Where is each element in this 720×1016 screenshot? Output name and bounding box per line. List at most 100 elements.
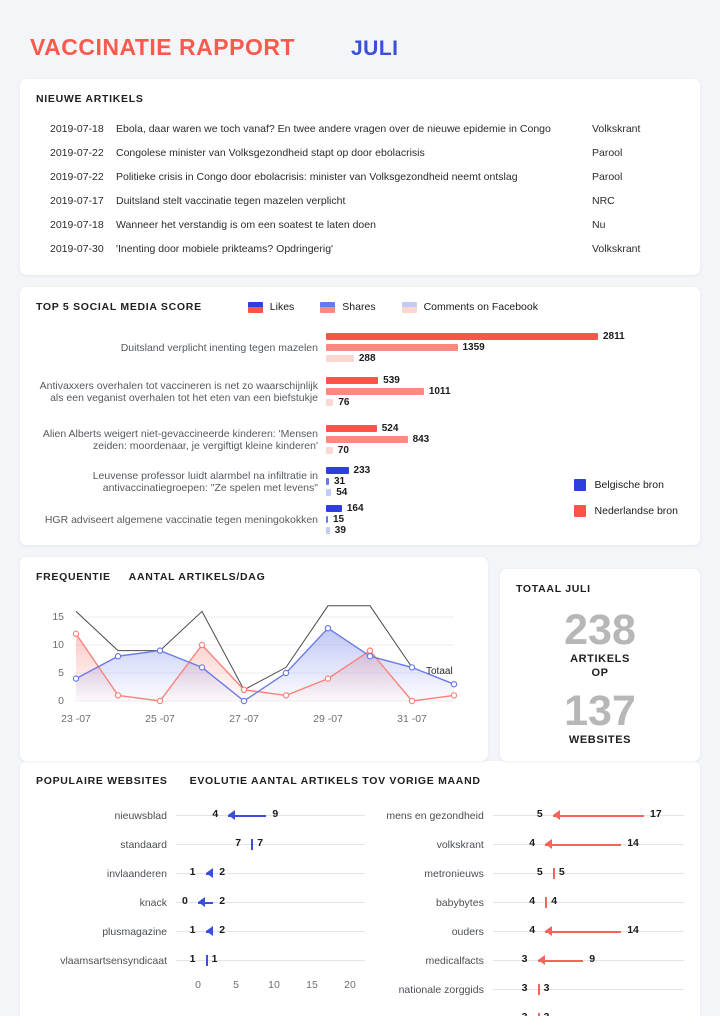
- social-legend-item[interactable]: Likes: [247, 301, 295, 313]
- frequency-point: [324, 625, 332, 632]
- article-row[interactable]: 2019-07-22 Congolese minister van Volksge…: [36, 141, 684, 165]
- evolution-current-value: 5: [536, 866, 543, 878]
- middle-row: FREQUENTIE AANTAL ARTIKELS/DAG 15 10 5 0 23 …: [20, 557, 700, 761]
- legend-swatch-icon: [247, 301, 263, 313]
- report-month: JULI: [351, 37, 399, 60]
- social-media-value: 539: [383, 375, 400, 386]
- evolution-row[interactable]: standaard 7 7: [36, 830, 365, 859]
- article-title: Politieke crisis in Congo door ebolacris…: [116, 171, 518, 183]
- evolution-row[interactable]: invlaanderen 1 2: [36, 859, 365, 888]
- evolution-track: 33: [493, 1004, 684, 1016]
- evolution-row[interactable]: plusmagazine 1 2: [36, 917, 365, 946]
- evolution-previous-value: 1: [211, 953, 218, 965]
- frequency-x-tick: 27 -07: [229, 713, 259, 725]
- frequency-point: [282, 692, 290, 699]
- evolution-current-value: 1: [189, 924, 196, 936]
- evolution-marker-icon: [537, 984, 540, 995]
- evolution-gridline: [176, 873, 365, 874]
- social-media-bar: [326, 505, 342, 512]
- evolution-subtitle: EVOLUTIE AANTAL ARTIKELS TOV VORIGE MAAN…: [189, 775, 481, 787]
- frequency-series-label: Totaal: [426, 666, 453, 677]
- total-websites-number: 137: [564, 687, 636, 735]
- frequency-point: [114, 653, 122, 660]
- articles-list: 2019-07-18 Ebola, daar waren we toch vana…: [36, 117, 684, 261]
- evolution-track: 77: [176, 830, 365, 859]
- article-row[interactable]: 2019-07-18 Ebola, daar waren we toch vana…: [36, 117, 684, 141]
- social-media-label: Alien Alberts weigert niet-gevaccineerde…: [42, 427, 318, 453]
- evolution-row[interactable]: nationale zorggids 3 3: [365, 975, 684, 1004]
- evolution-row[interactable]: metronieuws 5 5: [365, 859, 684, 888]
- frequency-y-tick: 10: [52, 639, 64, 651]
- evolution-row[interactable]: nieuwsblad 4 9: [36, 801, 365, 830]
- social-media-bar: [326, 436, 408, 443]
- article-row[interactable]: 2019-07-18 Wanneer het verstandig is om e…: [36, 213, 684, 237]
- evolution-row[interactable]: mens en gezondheid 5 17: [365, 801, 684, 830]
- evolution-site-name: invlaanderen: [106, 867, 167, 880]
- social-media-bar-group: 2811: [326, 331, 625, 342]
- evolution-row[interactable]: knack 0 2: [36, 888, 365, 917]
- total-articles-caption: ARTIKELS: [570, 653, 630, 665]
- frequency-point: [198, 641, 206, 649]
- evolution-row[interactable]: babybytes 4 4: [365, 888, 684, 917]
- social-media-bar: [326, 355, 354, 362]
- frequency-x-tick: 29 -07: [313, 713, 343, 725]
- evolution-row[interactable]: nrc33: [365, 1004, 684, 1016]
- article-date: 2019-07-30: [50, 243, 104, 255]
- legend-label: Likes: [269, 301, 295, 313]
- evolution-arrow-head-icon: [198, 897, 205, 907]
- social-media-header: TOP 5 SOCIAL MEDIA SCORE Likes Shares Comm…: [36, 301, 684, 313]
- evolution-current-value: 1: [189, 953, 196, 965]
- totals-card: TOTAAL JULI 238 ARTIKELS OP 137 WEBSITES: [500, 569, 700, 761]
- social-media-bar-group: 76: [326, 397, 349, 408]
- evolution-current-value: 5: [536, 808, 543, 820]
- article-title: 'Inenting door mobiele prikteams? Opdrin…: [116, 243, 334, 255]
- source-legend-item[interactable]: Nederlandse bron: [573, 505, 678, 517]
- article-row[interactable]: 2019-07-17 Duitsland stelt vaccinatie teg…: [36, 189, 684, 213]
- evolution-row[interactable]: vlaamsartsensyndicaat 1 1: [36, 946, 365, 975]
- evolution-row[interactable]: volkskrant 4 14: [365, 830, 684, 859]
- social-media-row[interactable]: Duitsland verplicht inenting tegen mazel…: [36, 331, 684, 365]
- social-media-bar-group: 524: [326, 423, 398, 434]
- social-media-bar: [326, 489, 332, 496]
- social-media-value: 1011: [428, 386, 451, 397]
- evolution-arrow-head-icon: [537, 955, 545, 965]
- frequency-y-tick: 0: [58, 695, 64, 707]
- evolution-previous-value: 7: [257, 837, 264, 849]
- evolution-previous-value: 3: [544, 1011, 550, 1016]
- source-legend-item[interactable]: Belgische bron: [573, 479, 678, 491]
- evolution-previous-value: 4: [551, 895, 558, 907]
- social-media-bar: [326, 478, 329, 485]
- social-media-row[interactable]: Alien Alberts weigert niet-gevaccineerde…: [36, 423, 684, 457]
- social-media-row[interactable]: Antivaxxers overhalen tot vaccineren is …: [36, 375, 684, 409]
- evolution-gridline: [492, 873, 684, 874]
- social-media-bars: 2811 1359 288: [326, 331, 684, 365]
- evolution-site-name: nrc: [365, 1013, 493, 1016]
- evolution-current-value: 4: [212, 808, 219, 820]
- social-media-chart: HGR adviseert algemene vaccinatie tegen …: [36, 327, 684, 537]
- legend-swatch-icon: [320, 301, 336, 313]
- totals-title: TOTAAL JULI: [516, 583, 591, 595]
- social-media-label: Antivaxxers overhalen tot vaccineren is …: [39, 379, 318, 405]
- legend-swatch-icon: [401, 301, 417, 313]
- evolution-track: 44: [492, 888, 684, 917]
- social-legend-item[interactable]: Comments on Facebook: [401, 301, 538, 313]
- social-legend-item[interactable]: Shares: [320, 301, 376, 313]
- evolution-current-value: 4: [529, 924, 536, 936]
- evolution-previous-value: 2: [219, 895, 226, 907]
- evolution-current-value: 3: [521, 982, 528, 994]
- evolution-site-name: knack: [139, 896, 167, 909]
- article-date: 2019-07-18: [50, 219, 104, 231]
- evolution-row[interactable]: medicalfacts 3 9: [365, 946, 684, 975]
- evolution-row[interactable]: ouders 4 14: [365, 917, 684, 946]
- social-media-label: HGR adviseert algemene vaccinatie tegen …: [44, 513, 318, 526]
- article-row[interactable]: 2019-07-30 'Inenting door mobiele priktea…: [36, 237, 684, 261]
- legend-label: Shares: [342, 301, 376, 313]
- evolution-track: 12: [176, 917, 365, 946]
- frequency-x-tick: 23 -07: [61, 713, 91, 725]
- article-row[interactable]: 2019-07-22 Politieke crisis in Congo door…: [36, 165, 684, 189]
- evolution-previous-value: 14: [627, 837, 639, 849]
- evolution-previous-value: 2: [219, 866, 226, 878]
- social-media-bar-group: 1359: [326, 342, 485, 353]
- evolution-charts: nieuwsblad 4 9 standaard 7 7 invlaanderen 1 2 kna…: [36, 801, 684, 1016]
- article-source: Volkskrant: [592, 123, 641, 135]
